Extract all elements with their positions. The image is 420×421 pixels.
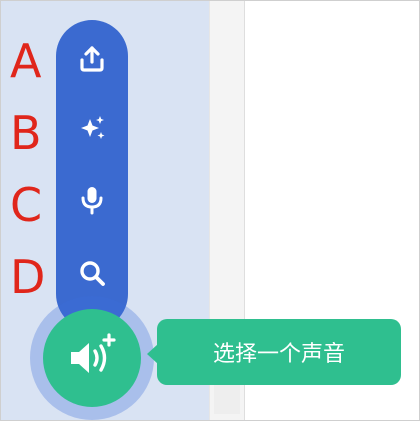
surprise-sound-button[interactable] (56, 97, 128, 159)
annotation-letter-c: C (10, 178, 43, 232)
add-sound-icon (71, 333, 116, 373)
tooltip-text: 选择一个声音 (212, 342, 345, 367)
sound-picker-screen: A B C D 选择一个声音 (0, 0, 420, 421)
microphone-icon (81, 187, 103, 215)
scrollbar-thumb[interactable] (214, 380, 240, 414)
upload-icon (80, 46, 104, 72)
annotation-letter-d: D (10, 250, 46, 304)
search-icon (80, 261, 105, 286)
choose-sound-button[interactable] (43, 309, 141, 407)
upload-sound-button[interactable] (56, 28, 128, 90)
search-sound-button[interactable] (56, 242, 128, 304)
sparkle-icon (81, 116, 105, 139)
record-sound-button[interactable] (56, 169, 128, 231)
annotation-letter-a: A (10, 34, 42, 88)
annotation-letter-b: B (10, 106, 42, 160)
choose-sound-tooltip: 选择一个声音 (157, 319, 401, 385)
